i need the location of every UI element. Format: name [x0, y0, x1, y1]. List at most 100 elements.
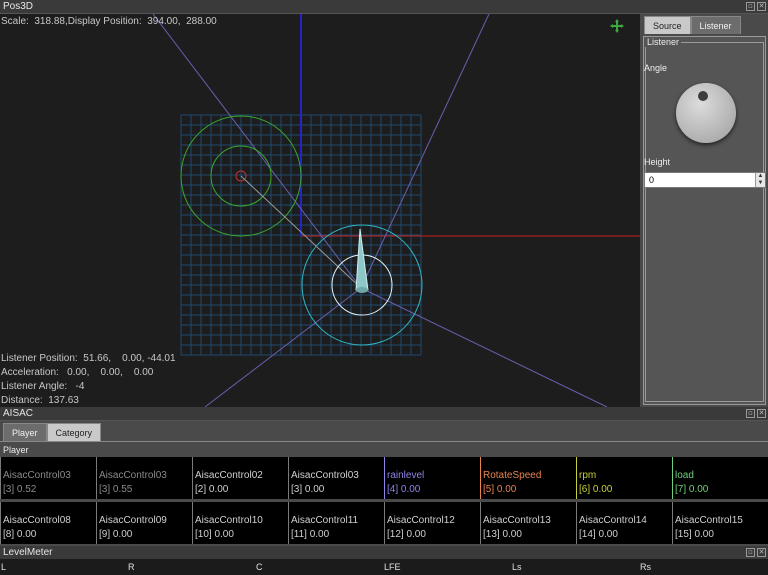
aisac-control-value: [8] 0.00 — [3, 529, 37, 540]
player-group: Player AisacControl03 [3] 0.52 AisacContro… — [0, 441, 768, 546]
aisac-control-value: [3] 0.52 — [3, 484, 37, 495]
aisac-control-value: [14] 0.00 — [579, 529, 618, 540]
aisac-control-name: AisacControl12 — [387, 515, 455, 526]
height-spinbox[interactable]: 0 ▲ ▼ — [644, 172, 766, 188]
levelmeter-title: LevelMeter — [3, 547, 53, 558]
spin-up-icon[interactable]: ▲ — [755, 173, 765, 180]
aisac-control-name: AisacControl13 — [483, 515, 551, 526]
aisac-titlebar: AISAC ▫ ✕ — [0, 407, 768, 421]
aisac-row-1: AisacControl03 [3] 0.52 AisacControl03 [3] … — [0, 457, 768, 499]
aisac-control-cell[interactable]: AisacControl08 [8] 0.00 — [0, 502, 96, 544]
pos3d-scene[interactable] — [0, 14, 640, 407]
height-label: Height — [644, 157, 671, 167]
aisac-control-cell[interactable]: rpm [6] 0.00 — [576, 457, 672, 499]
restore-icon[interactable]: ▫ — [746, 2, 755, 11]
aisac-panel: Player Category Player AisacControl03 [3]… — [0, 421, 768, 546]
aisac-control-name: AisacControl11 — [291, 515, 359, 526]
pos3d-titlebar: Pos3D ▫ ✕ — [0, 0, 768, 14]
knob-indicator — [698, 91, 708, 101]
player-group-label: Player — [1, 445, 31, 455]
aisac-control-name: load — [675, 470, 694, 481]
levelmeter-panel: L R C LFE Ls Rs — [0, 559, 768, 575]
aisac-control-name: AisacControl03 — [99, 470, 167, 481]
close-icon[interactable]: ✕ — [757, 2, 766, 11]
tab-source[interactable]: Source — [644, 16, 691, 34]
aisac-control-value: [11] 0.00 — [291, 529, 330, 540]
tab-category[interactable]: Category — [46, 423, 102, 441]
aisac-control-value: [3] 0.00 — [291, 484, 325, 495]
listener-panel: Listener Angle Height 0 ▲ ▼ — [643, 36, 766, 405]
pos3d-title: Pos3D — [3, 1, 34, 12]
aisac-control-cell[interactable]: AisacControl03 [3] 0.55 — [96, 457, 192, 499]
close-icon[interactable]: ✕ — [757, 409, 766, 418]
aisac-control-cell[interactable]: rainlevel [4] 0.00 — [384, 457, 480, 499]
aisac-control-name: RotateSpeed — [483, 470, 542, 481]
aisac-control-value: [15] 0.00 — [675, 529, 714, 540]
aisac-control-cell[interactable]: AisacControl15 [15] 0.00 — [672, 502, 768, 544]
aisac-control-cell[interactable]: AisacControl11 [11] 0.00 — [288, 502, 384, 544]
aisac-control-cell[interactable]: AisacControl14 [14] 0.00 — [576, 502, 672, 544]
pos3d-viewport[interactable]: Scale: 318.88,Display Position: 394.00, … — [0, 14, 640, 407]
aisac-control-cell[interactable]: AisacControl10 [10] 0.00 — [192, 502, 288, 544]
aisac-control-name: AisacControl03 — [291, 470, 359, 481]
aisac-title: AISAC — [3, 408, 34, 419]
frustum-line — [204, 287, 362, 407]
tab-player[interactable]: Player — [3, 423, 47, 441]
aisac-control-name: AisacControl15 — [675, 515, 743, 526]
listener-side-panel: Source Listener Listener Angle Height 0 … — [640, 14, 768, 407]
acceleration: Acceleration: 0.00, 0.00, 0.00 — [1, 367, 154, 378]
side-tabs: Source Listener — [644, 16, 741, 34]
aisac-control-cell[interactable]: RotateSpeed [5] 0.00 — [480, 457, 576, 499]
channel-label: L — [1, 562, 7, 572]
tab-listener[interactable]: Listener — [690, 16, 741, 34]
angle-label: Angle — [644, 63, 668, 73]
aisac-control-name: AisacControl10 — [195, 515, 263, 526]
distance: Distance: 137.63 — [1, 395, 79, 406]
height-value: 0 — [649, 175, 655, 185]
aisac-control-value: [6] 0.00 — [579, 484, 613, 495]
aisac-control-value: [9] 0.00 — [99, 529, 133, 540]
aisac-control-cell[interactable]: AisacControl02 [2] 0.00 — [192, 457, 288, 499]
aisac-control-cell[interactable]: AisacControl03 [3] 0.00 — [288, 457, 384, 499]
aisac-control-value: [2] 0.00 — [195, 484, 229, 495]
listener-position: Listener Position: 51.66, 0.00, -44.01 — [1, 353, 176, 364]
aisac-control-name: AisacControl03 — [3, 470, 71, 481]
aisac-tabs: Player Category — [3, 423, 102, 441]
channel-label: Ls — [512, 562, 522, 572]
channel-label: R — [128, 562, 135, 572]
aisac-control-cell[interactable]: AisacControl13 [13] 0.00 — [480, 502, 576, 544]
aisac-control-value: [7] 0.00 — [675, 484, 709, 495]
angle-knob[interactable] — [676, 83, 736, 143]
aisac-control-cell[interactable]: AisacControl12 [12] 0.00 — [384, 502, 480, 544]
aisac-control-value: [10] 0.00 — [195, 529, 234, 540]
aisac-control-value: [4] 0.00 — [387, 484, 421, 495]
frustum-line — [360, 287, 608, 407]
restore-icon[interactable]: ▫ — [746, 548, 755, 557]
scale-readout: Scale: 318.88,Display Position: 394.00, … — [1, 16, 217, 27]
listener-cone-base — [356, 287, 368, 293]
aisac-control-value: [5] 0.00 — [483, 484, 517, 495]
aisac-control-cell[interactable]: AisacControl09 [9] 0.00 — [96, 502, 192, 544]
levelmeter-titlebar: LevelMeter ▫ ✕ — [0, 546, 768, 560]
close-icon[interactable]: ✕ — [757, 548, 766, 557]
aisac-control-name: rpm — [579, 470, 597, 481]
listener-angle: Listener Angle: -4 — [1, 381, 85, 392]
restore-icon[interactable]: ▫ — [746, 409, 755, 418]
aisac-control-name: AisacControl08 — [3, 515, 71, 526]
channel-label: Rs — [640, 562, 651, 572]
move-cross-icon[interactable] — [610, 19, 624, 33]
listener-direction-cone — [355, 228, 369, 291]
aisac-control-value: [13] 0.00 — [483, 529, 522, 540]
channel-label: C — [256, 562, 263, 572]
spin-down-icon[interactable]: ▼ — [755, 180, 765, 187]
aisac-control-cell[interactable]: load [7] 0.00 — [672, 457, 768, 499]
aisac-control-name: AisacControl02 — [195, 470, 263, 481]
frustum-line — [360, 14, 490, 289]
channel-label: LFE — [384, 562, 401, 572]
aisac-row-2: AisacControl08 [8] 0.00 AisacControl09 [9] … — [0, 502, 768, 544]
aisac-control-cell[interactable]: AisacControl03 [3] 0.52 — [0, 457, 96, 499]
aisac-control-name: AisacControl09 — [99, 515, 167, 526]
listener-group-label: Listener — [645, 37, 682, 47]
aisac-control-name: AisacControl14 — [579, 515, 647, 526]
aisac-control-value: [3] 0.55 — [99, 484, 133, 495]
